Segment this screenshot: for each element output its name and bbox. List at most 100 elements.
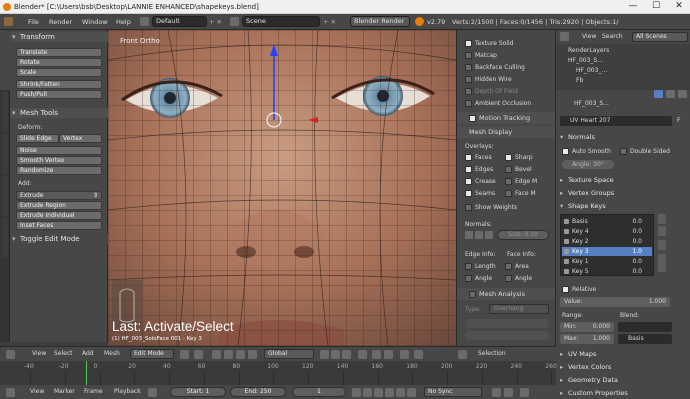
loop-normals-icon[interactable]: [475, 231, 483, 239]
scale-manipulator-icon[interactable]: [248, 350, 257, 359]
checkbox-hidden-wire[interactable]: [465, 76, 472, 83]
outliner-item-mesh[interactable]: HF_003_...: [576, 67, 607, 74]
checkbox-seams[interactable]: [465, 190, 472, 197]
info-editor-icon[interactable]: [4, 17, 13, 26]
timeline-icon[interactable]: [6, 388, 15, 397]
use-preview-range-icon[interactable]: [148, 388, 157, 397]
timeline-marker-menu[interactable]: Marker: [54, 387, 75, 397]
menu-file[interactable]: File: [28, 14, 39, 30]
play-reverse-icon[interactable]: [374, 388, 383, 397]
end-frame-field[interactable]: End: 250: [230, 387, 286, 397]
checkbox-motion-tracking[interactable]: [469, 115, 476, 122]
material-tab-icon[interactable]: [666, 90, 675, 98]
close-button[interactable]: ✕: [668, 0, 690, 14]
viewport-mesh-menu[interactable]: Mesh: [104, 349, 120, 359]
analysis-type-dropdown[interactable]: Overhang: [489, 304, 549, 314]
slider-max-field[interactable]: Max: 1.000: [560, 334, 614, 344]
outliner-item-fb[interactable]: Fb: [576, 77, 583, 84]
checkbox-bevel[interactable]: [505, 166, 512, 173]
auto-keyframe-icon[interactable]: [492, 388, 501, 397]
timeline-frame-menu[interactable]: Frame: [84, 387, 103, 397]
shape-key-row[interactable]: Key 1 0.0: [562, 257, 652, 266]
checkbox-crease[interactable]: [465, 178, 472, 185]
shape-key-row[interactable]: Key 4 0.0: [562, 227, 652, 236]
outliner-search-menu[interactable]: Search: [602, 32, 623, 42]
checkbox-face-marks[interactable]: [505, 190, 512, 197]
panel-geometry-data[interactable]: Geometry Data: [558, 375, 688, 385]
checkbox-face-area[interactable]: [505, 263, 512, 270]
mesh-name-field[interactable]: UV Heart 207: [560, 116, 672, 126]
face-normals-icon[interactable]: [485, 231, 493, 239]
blend-vertex-group-field[interactable]: [618, 322, 672, 332]
viewport-shading-icon[interactable]: [180, 350, 189, 359]
timeline-playback-menu[interactable]: Playback: [114, 387, 141, 397]
snap-icon[interactable]: [372, 350, 381, 359]
translate-manipulator-icon[interactable]: [224, 350, 233, 359]
sync-dropdown[interactable]: No Sync: [424, 387, 482, 397]
remove-shape-key-button[interactable]: [658, 226, 666, 236]
panel-custom-properties[interactable]: Custom Properties: [558, 388, 688, 398]
viewport-view-menu[interactable]: View: [32, 349, 46, 359]
translate-button[interactable]: Translate: [16, 48, 102, 57]
face-select-icon[interactable]: [342, 350, 351, 359]
extrude-dropdown[interactable]: Extrude ⇕: [16, 191, 102, 200]
checkbox-ambient-occlusion[interactable]: [465, 100, 472, 107]
extrude-individual-button[interactable]: Extrude Individual: [16, 211, 102, 220]
shape-key-specials-button[interactable]: [658, 240, 666, 250]
scale-button[interactable]: Scale: [16, 68, 102, 77]
viewport-add-menu[interactable]: Add: [82, 349, 94, 359]
panel-vertex-colors[interactable]: Vertex Colors: [558, 362, 688, 372]
play-icon[interactable]: [385, 388, 394, 397]
panel-vertex-groups[interactable]: Vertex Groups: [558, 188, 688, 198]
rotate-button[interactable]: Rotate: [16, 58, 102, 67]
mode-dropdown[interactable]: Edit Mode: [130, 349, 174, 359]
jump-end-icon[interactable]: [407, 388, 416, 397]
edge-select-icon[interactable]: [331, 350, 340, 359]
checkbox-face-angle[interactable]: [505, 275, 512, 282]
shape-key-row[interactable]: Key 3 1.0: [562, 247, 652, 256]
analysis-samples-field[interactable]: [465, 331, 549, 340]
auto-smooth-angle-field[interactable]: Angle: 30°: [562, 160, 614, 169]
scene-add-icon[interactable]: + ✕: [323, 14, 336, 30]
inset-faces-button[interactable]: Inset Faces: [16, 221, 102, 230]
shape-key-list[interactable]: Basis 0.0 Key 4 0.0 Key 2 0.0 Key 3 1.0 Key 1 0.0…: [560, 214, 654, 276]
add-shape-key-button[interactable]: [658, 214, 666, 224]
screen-layout-icon[interactable]: [140, 17, 149, 26]
checkbox-sharp[interactable]: [505, 154, 512, 161]
transform-orientation-dropdown[interactable]: Global: [264, 349, 314, 359]
checkbox-relative[interactable]: [562, 286, 569, 293]
checkbox-double-sided[interactable]: [620, 148, 627, 155]
next-keyframe-icon[interactable]: [396, 388, 405, 397]
panel-shape-keys[interactable]: Shape Keys: [558, 201, 688, 211]
render-engine-dropdown[interactable]: Blender Render: [350, 16, 410, 27]
outliner-item-renderlayers[interactable]: RenderLayers: [568, 47, 609, 54]
noise-button[interactable]: Noise: [16, 146, 102, 155]
prev-keyframe-icon[interactable]: [363, 388, 372, 397]
fake-user-button[interactable]: F: [677, 117, 680, 124]
outliner-view-menu[interactable]: View: [582, 32, 596, 42]
playhead[interactable]: [85, 361, 87, 385]
pivot-point-icon[interactable]: [194, 350, 203, 359]
checkbox-edges[interactable]: [465, 166, 472, 173]
outliner-editor-icon[interactable]: [560, 32, 569, 41]
opengl-anim-icon[interactable]: [414, 350, 423, 359]
checkbox-faces[interactable]: [465, 154, 472, 161]
screen-field[interactable]: Default: [152, 16, 207, 27]
tab-relations[interactable]: [2, 134, 8, 174]
outliner-display-dropdown[interactable]: All Scenes: [632, 32, 688, 42]
insert-keyframe-icon[interactable]: [520, 388, 529, 397]
checkbox-depth-of-field[interactable]: [465, 88, 472, 95]
menu-help[interactable]: Help: [116, 14, 131, 30]
panel-normals[interactable]: Normals: [558, 132, 688, 142]
tab-create[interactable]: [2, 92, 8, 132]
shape-key-value-slider[interactable]: Value: 1.000: [560, 297, 670, 307]
texture-tab-icon[interactable]: [678, 90, 687, 98]
timeline-view-menu[interactable]: View: [30, 387, 44, 397]
randomize-button[interactable]: Randomize: [16, 166, 102, 175]
slider-min-field[interactable]: Min: 0.000: [560, 322, 614, 332]
analysis-range-field[interactable]: [465, 319, 549, 328]
start-frame-field[interactable]: Start: 1: [170, 387, 226, 397]
shape-key-row[interactable]: Basis 0.0: [562, 217, 652, 226]
panel-uv-maps[interactable]: UV Maps: [558, 349, 688, 359]
screen-add-icon[interactable]: + ✕: [209, 14, 222, 30]
